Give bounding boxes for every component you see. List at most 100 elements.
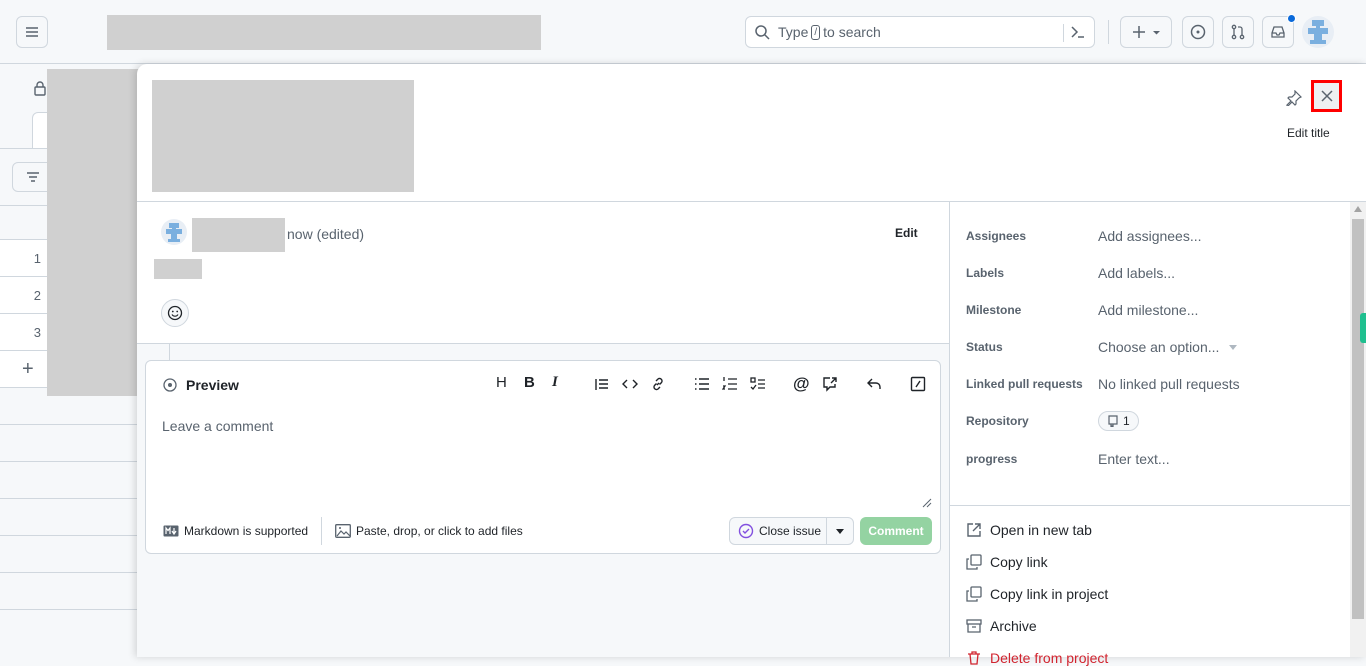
- issues-button[interactable]: [1182, 16, 1214, 48]
- side-handle[interactable]: [1360, 313, 1366, 343]
- trash-icon: [968, 651, 980, 665]
- progress-input[interactable]: Enter text...: [1098, 451, 1170, 467]
- comment-textarea[interactable]: Leave a comment: [162, 418, 273, 434]
- quote-icon[interactable]: [594, 376, 610, 392]
- repository-count: 1: [1123, 414, 1130, 428]
- top-header: Type / to search: [0, 0, 1366, 64]
- close-issue-dropdown[interactable]: [826, 518, 853, 544]
- sidebar-scrollbar[interactable]: [1350, 202, 1366, 657]
- edit-title-button[interactable]: Edit title: [1287, 126, 1330, 140]
- smiley-icon: [167, 305, 183, 321]
- comment-timestamp[interactable]: now (edited): [287, 226, 364, 242]
- code-icon[interactable]: [622, 376, 638, 392]
- preview-label: Preview: [186, 377, 239, 393]
- italic-icon[interactable]: I: [552, 374, 558, 391]
- search-input[interactable]: Type / to search: [745, 16, 1095, 48]
- task-list-icon[interactable]: [750, 376, 766, 392]
- labels-value[interactable]: Add labels...: [1098, 265, 1175, 281]
- add-reaction-button[interactable]: [161, 299, 189, 327]
- divider: [950, 505, 1350, 506]
- git-pull-request-icon: [1231, 24, 1245, 40]
- divider: [1108, 20, 1109, 44]
- project-table-background: 1 2 3 +: [0, 64, 139, 657]
- copy-icon: [966, 554, 982, 570]
- resize-handle-icon[interactable]: [922, 498, 932, 508]
- issue-opened-icon: [1190, 24, 1206, 40]
- hamburger-icon: [26, 27, 38, 37]
- preview-tab[interactable]: Preview: [162, 377, 239, 393]
- search-icon: [755, 25, 770, 40]
- comment-button[interactable]: Comment: [860, 517, 932, 545]
- copy-link-in-project-action[interactable]: Copy link in project: [966, 586, 1108, 602]
- action-label: Delete from project: [990, 650, 1109, 666]
- slash-command-icon[interactable]: [910, 376, 926, 392]
- attach-files-label: Paste, drop, or click to add files: [356, 524, 523, 538]
- field-label-progress: progress: [966, 452, 1018, 466]
- copy-icon: [966, 586, 982, 602]
- create-new-button[interactable]: [1120, 16, 1172, 48]
- github-icon: [64, 16, 96, 48]
- close-issue-button[interactable]: Close issue: [730, 518, 826, 544]
- action-label: Archive: [990, 618, 1037, 634]
- cross-reference-icon[interactable]: [822, 376, 838, 392]
- lock-icon: [34, 81, 46, 96]
- user-avatar[interactable]: [1302, 16, 1334, 48]
- status-select[interactable]: Choose an option...: [1098, 339, 1238, 355]
- close-issue-group: Close issue: [729, 517, 854, 545]
- triangle-down-icon: [1229, 344, 1238, 350]
- action-label: Open in new tab: [990, 522, 1092, 538]
- avatar-identicon: [1308, 20, 1328, 44]
- reply-icon[interactable]: [866, 376, 882, 392]
- divider: [321, 517, 322, 545]
- timeline-line: [169, 344, 170, 360]
- repository-badge[interactable]: 1: [1098, 411, 1139, 431]
- delete-from-project-action[interactable]: Delete from project: [966, 650, 1108, 666]
- inbox-icon: [1271, 26, 1285, 38]
- assignees-value[interactable]: Add assignees...: [1098, 228, 1202, 244]
- menu-button[interactable]: [16, 16, 48, 48]
- image-icon: [335, 524, 351, 538]
- field-label-repository: Repository: [966, 414, 1029, 428]
- action-label: Copy link in project: [990, 586, 1109, 602]
- edit-comment-button[interactable]: Edit: [895, 226, 918, 240]
- action-label: Copy link: [990, 554, 1048, 570]
- github-logo[interactable]: [64, 16, 96, 48]
- scrollbar-thumb[interactable]: [1352, 219, 1364, 619]
- markdown-link[interactable]: Markdown is supported: [163, 524, 308, 538]
- field-label-milestone: Milestone: [966, 303, 1022, 317]
- command-palette-icon[interactable]: [1070, 24, 1086, 40]
- redacted-breadcrumb: [107, 15, 541, 50]
- redacted-comment-body: [154, 259, 202, 279]
- pull-requests-button[interactable]: [1222, 16, 1254, 48]
- archive-icon: [966, 619, 982, 633]
- pin-icon: [1286, 90, 1302, 106]
- scroll-up-arrow-icon[interactable]: [1354, 206, 1362, 212]
- divider: [949, 202, 950, 657]
- search-prefix: Type: [778, 24, 809, 40]
- pin-button[interactable]: [1283, 87, 1305, 109]
- bold-icon[interactable]: B: [524, 374, 535, 391]
- link-external-icon: [967, 523, 981, 537]
- search-suffix: to search: [823, 24, 881, 40]
- notification-dot: [1287, 14, 1296, 23]
- close-panel-button[interactable]: [1311, 80, 1342, 112]
- avatar-identicon: [166, 223, 182, 242]
- archive-action[interactable]: Archive: [966, 618, 1037, 634]
- ordered-list-icon[interactable]: [722, 376, 738, 392]
- markdown-label: Markdown is supported: [184, 524, 309, 538]
- field-label-labels: Labels: [966, 266, 1005, 280]
- copy-link-action[interactable]: Copy link: [966, 554, 1048, 570]
- close-icon: [1320, 90, 1333, 102]
- milestone-value[interactable]: Add milestone...: [1098, 302, 1198, 318]
- heading-icon[interactable]: H: [496, 374, 507, 391]
- close-issue-label: Close issue: [759, 524, 822, 538]
- unordered-list-icon[interactable]: [694, 376, 710, 392]
- link-icon[interactable]: [650, 376, 666, 392]
- comment-author-avatar[interactable]: [161, 219, 187, 245]
- divider: [1063, 24, 1064, 42]
- open-in-new-tab-action[interactable]: Open in new tab: [966, 522, 1092, 538]
- mention-icon[interactable]: @: [793, 374, 810, 394]
- redacted-author: [192, 218, 285, 252]
- eye-icon: [163, 378, 177, 392]
- attach-files-button[interactable]: Paste, drop, or click to add files: [335, 524, 523, 538]
